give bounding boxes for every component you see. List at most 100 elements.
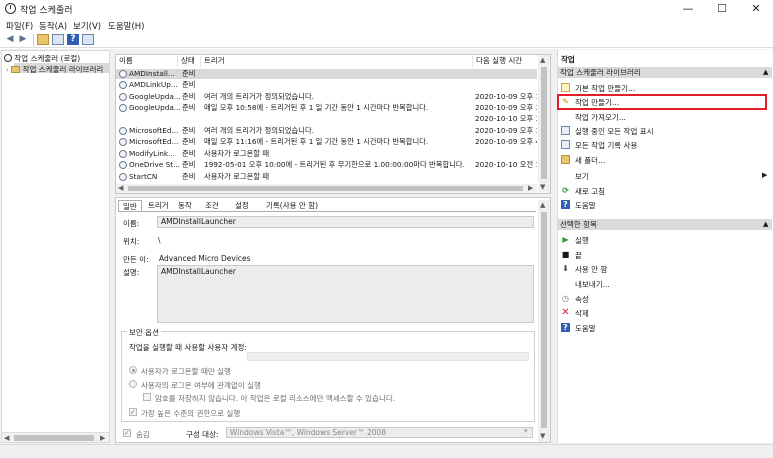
column-header-next-run[interactable]: 다음 실행 시간 bbox=[473, 55, 537, 67]
column-header-status[interactable]: 상태 bbox=[178, 55, 201, 67]
action-new-folder[interactable]: 새 폴더... bbox=[575, 155, 605, 166]
action-help-selected[interactable]: 도움말 bbox=[575, 323, 596, 334]
scroll-thumb[interactable] bbox=[128, 186, 523, 191]
action-refresh[interactable]: 새로 고침 bbox=[575, 186, 605, 197]
scroll-thumb[interactable] bbox=[541, 67, 547, 179]
description-field[interactable]: AMDInstallLauncher bbox=[157, 265, 534, 323]
scroll-down-icon[interactable]: ▼ bbox=[540, 431, 545, 441]
tree-item-library[interactable]: › 작업 스케줄러 라이브러리 bbox=[6, 64, 103, 75]
close-button[interactable]: ✕ bbox=[739, 0, 773, 18]
table-row[interactable]: AMDLinkUp... 준비 bbox=[116, 80, 537, 90]
column-header-name[interactable]: 이름 bbox=[116, 55, 178, 67]
action-pane-icon[interactable] bbox=[82, 34, 94, 45]
checkbox-no-password[interactable] bbox=[143, 393, 151, 401]
action-delete[interactable]: 삭제 bbox=[575, 308, 589, 319]
back-icon[interactable]: ◀ bbox=[4, 34, 16, 45]
forward-icon[interactable]: ▶ bbox=[17, 34, 29, 45]
toolbar bbox=[0, 32, 773, 48]
scroll-left-icon[interactable]: ◀ bbox=[4, 433, 9, 443]
detail-scrollbar[interactable]: ▲ ▼ bbox=[538, 200, 550, 442]
configure-for-select[interactable]: Windows Vista™, Windows Server™ 2008 bbox=[226, 427, 533, 438]
chevron-down-icon[interactable]: ▾ bbox=[524, 427, 528, 435]
refresh-icon: ⟳ bbox=[562, 186, 569, 195]
collapse-up-icon[interactable]: ▲ bbox=[763, 68, 768, 76]
tab-triggers[interactable]: 트리거 bbox=[144, 200, 173, 211]
task-history-icon bbox=[561, 140, 570, 149]
action-export[interactable]: 내보내기... bbox=[575, 279, 610, 290]
table-row[interactable]: GoogleUpda... 준비 여러 개의 트리거가 정의되었습니다. 202… bbox=[116, 92, 537, 102]
checkbox-hidden[interactable]: ✓ bbox=[123, 429, 131, 437]
configure-label: 구성 대상: bbox=[186, 430, 219, 439]
disable-icon: ⬇ bbox=[562, 264, 569, 273]
console-tree-icon[interactable] bbox=[52, 34, 64, 45]
menu-help[interactable]: 도움말(H) bbox=[108, 20, 144, 32]
radio-always[interactable] bbox=[129, 380, 137, 388]
action-end[interactable]: 끝 bbox=[575, 250, 582, 261]
action-help-library[interactable]: 도움말 bbox=[575, 200, 596, 211]
action-run[interactable]: 실행 bbox=[575, 235, 589, 246]
task-icon bbox=[119, 138, 127, 146]
action-disable[interactable]: 사용 안 함 bbox=[575, 264, 607, 275]
table-row[interactable]: AMDInstall... 준비 bbox=[116, 69, 537, 79]
menu-action[interactable]: 동작(A) bbox=[39, 20, 67, 32]
table-row[interactable]: ModifyLink... 준비 사용자가 로그온할 때 bbox=[116, 149, 537, 159]
task-trigger: 사용자가 로그온할 때 bbox=[204, 149, 270, 158]
task-list-hscrollbar[interactable]: ◀ ▶ bbox=[116, 184, 537, 193]
submenu-arrow-icon: ▶ bbox=[762, 171, 768, 179]
table-row[interactable]: MicrosoftEd... 준비 매일 오후 11:16에 - 트리거된 후 … bbox=[116, 137, 537, 147]
table-row[interactable]: StartCN 준비 사용자가 로그온할 때 bbox=[116, 172, 537, 182]
action-view[interactable]: 보기 bbox=[575, 171, 589, 182]
scroll-thumb[interactable] bbox=[14, 435, 94, 441]
scroll-left-icon[interactable]: ◀ bbox=[118, 183, 123, 193]
task-icon bbox=[119, 150, 127, 158]
task-status: 준비 bbox=[182, 103, 196, 112]
menu-view[interactable]: 보기(V) bbox=[73, 20, 101, 32]
table-row[interactable]: 2020-10-10 오후 3: bbox=[116, 114, 537, 124]
task-icon bbox=[119, 93, 127, 101]
tab-general[interactable]: 일반 bbox=[118, 200, 142, 211]
scroll-right-icon[interactable]: ▶ bbox=[528, 183, 533, 193]
action-create-basic-task[interactable]: 기본 작업 만들기... bbox=[575, 83, 635, 94]
scroll-thumb[interactable] bbox=[541, 212, 547, 428]
action-display-running-tasks[interactable]: 실행 중인 모든 작업 표시 bbox=[575, 126, 654, 137]
end-icon: ■ bbox=[561, 250, 570, 259]
action-enable-history[interactable]: 모든 작업 기록 사용 bbox=[575, 140, 637, 151]
actions-section-selected[interactable]: 선택한 항목 bbox=[557, 219, 772, 230]
task-list-scrollbar[interactable]: ▲ ▼ bbox=[538, 55, 550, 193]
action-import-task[interactable]: 작업 가져오기... bbox=[575, 112, 626, 123]
tab-conditions[interactable]: 조건 bbox=[201, 200, 223, 211]
tab-actions[interactable]: 동작 bbox=[174, 200, 196, 211]
task-next-run: 2020-10-10 오후 3: bbox=[475, 114, 537, 123]
actions-section-library[interactable]: 작업 스케줄러 라이브러리 bbox=[557, 67, 772, 78]
collapse-up-icon[interactable]: ▲ bbox=[763, 220, 768, 228]
task-status: 준비 bbox=[182, 172, 196, 181]
description-label: 설명: bbox=[123, 268, 140, 277]
maximize-button[interactable]: ☐ bbox=[705, 0, 739, 18]
table-row[interactable]: MicrosoftEd... 준비 여러 개의 트리거가 정의되었습니다. 20… bbox=[116, 126, 537, 136]
tab-divider bbox=[118, 211, 536, 212]
name-field[interactable]: AMDInstallLauncher bbox=[157, 216, 534, 228]
task-status: 준비 bbox=[182, 160, 196, 169]
scroll-up-icon[interactable]: ▲ bbox=[540, 200, 545, 210]
checkbox-no-password-label: 암호를 저장하지 않습니다. 이 작업은 로컬 리소스에만 액세스할 수 있습니… bbox=[155, 394, 396, 403]
action-properties[interactable]: 속성 bbox=[575, 294, 589, 305]
task-icon bbox=[119, 161, 127, 169]
folder-up-icon[interactable] bbox=[37, 34, 49, 45]
name-label: 이름: bbox=[123, 219, 140, 228]
minimize-button[interactable]: — bbox=[671, 0, 705, 18]
menu-file[interactable]: 파일(F) bbox=[6, 20, 33, 32]
table-row[interactable]: GoogleUpda... 준비 매일 오후 10:58에 - 트리거된 후 1… bbox=[116, 103, 537, 113]
tree-horizontal-scrollbar[interactable]: ◀ ▶ bbox=[2, 432, 109, 442]
scroll-down-icon[interactable]: ▼ bbox=[540, 182, 545, 192]
tree-root-label: 작업 스케줄러 (로컬) bbox=[14, 54, 81, 63]
column-header-trigger[interactable]: 트리거 bbox=[201, 55, 473, 67]
tree-item-root[interactable]: 작업 스케줄러 (로컬) bbox=[4, 53, 80, 64]
table-row[interactable]: OneDrive St... 준비 1992-05-01 오후 10:00에 -… bbox=[116, 160, 537, 170]
scroll-right-icon[interactable]: ▶ bbox=[100, 433, 105, 443]
checkbox-highest-privileges[interactable]: ✓ bbox=[129, 408, 137, 416]
tab-settings[interactable]: 설정 bbox=[231, 200, 253, 211]
tab-history[interactable]: 기록(사용 안 함) bbox=[262, 200, 322, 211]
scroll-up-icon[interactable]: ▲ bbox=[540, 55, 545, 65]
help-icon[interactable]: ? bbox=[67, 34, 79, 45]
radio-logon-only[interactable] bbox=[129, 366, 137, 374]
